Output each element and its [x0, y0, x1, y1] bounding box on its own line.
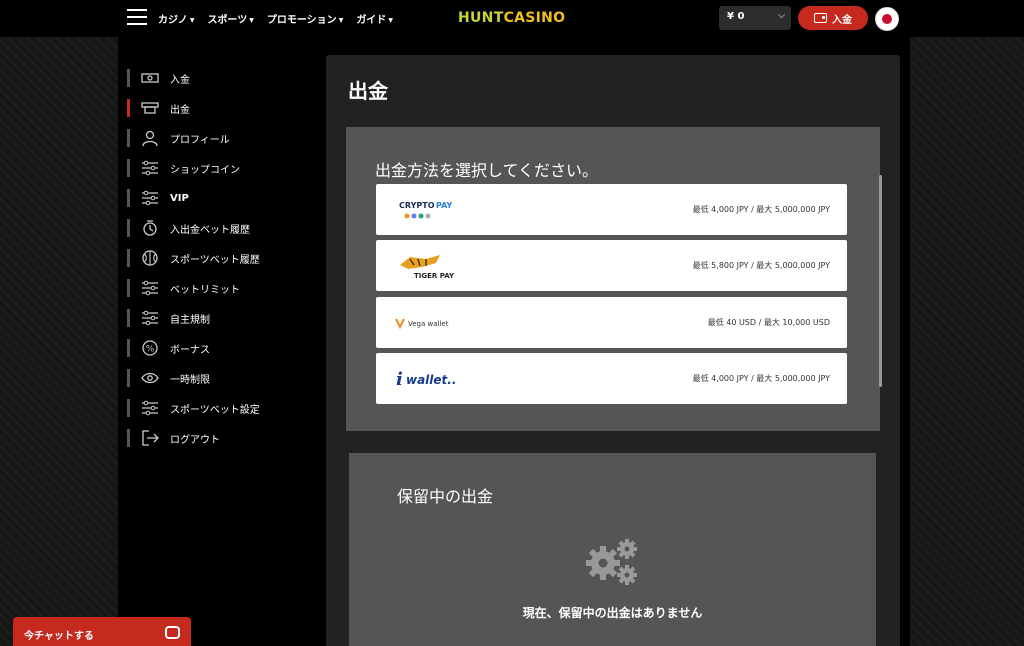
- sidebar-item-shop-coin[interactable]: ショップコイン: [127, 153, 317, 183]
- sidebar-item-logout[interactable]: ログアウト: [127, 423, 317, 453]
- nav-casino[interactable]: カジノ ▼: [158, 11, 194, 26]
- chat-button[interactable]: 今チャットする: [13, 617, 191, 646]
- vega-wallet-logo: Vega wallet: [394, 297, 454, 348]
- sidebar-item-profile[interactable]: プロフィール: [127, 123, 317, 153]
- pending-empty-message: 現在、保留中の出金はありません: [522, 606, 703, 620]
- chevron-down-icon: ▼: [338, 16, 344, 24]
- sidebar-item-label: ショップコイン: [170, 164, 240, 176]
- nav-sports[interactable]: スポーツ ▼: [207, 11, 253, 26]
- method-row-iwallet[interactable]: i wallet.. 最低 4,000 JPY / 最大 5,000,000 J…: [376, 353, 847, 404]
- sidebar-item-label: VIP: [170, 192, 189, 204]
- sidebar-item-sports-settings[interactable]: スポーツベット設定: [127, 393, 317, 423]
- sidebar-item-bet-limit[interactable]: ベットリミット: [127, 273, 317, 303]
- pending-title: 保留中の出金: [397, 487, 494, 506]
- logo-hunt: HUNT: [458, 10, 504, 26]
- background-left: [0, 37, 118, 646]
- sliders-icon: [140, 160, 160, 176]
- svg-text:CRYPTO: CRYPTO: [399, 201, 435, 210]
- cryptopay-logo: CRYPTO PAY: [396, 184, 456, 235]
- sidebar-item-label: ログアウト: [170, 434, 220, 446]
- menu-icon[interactable]: [127, 9, 147, 27]
- wallet-icon: [814, 13, 827, 23]
- svg-text:PAY: PAY: [436, 201, 453, 210]
- balance-value: ¥ 0: [727, 11, 745, 22]
- method-row-vega-wallet[interactable]: Vega wallet 最低 40 USD / 最大 10,000 USD: [376, 297, 847, 348]
- ball-icon: [140, 250, 160, 266]
- sidebar-item-sports-history[interactable]: スポーツベット履歴: [127, 243, 317, 273]
- chat-bubble-icon: [165, 626, 180, 639]
- sidebar-item-label: スポーツベット履歴: [170, 254, 260, 266]
- method-limit: 最低 4,000 JPY / 最大 5,000,000 JPY: [692, 374, 830, 383]
- sidebar-item-label: 入金: [170, 74, 190, 86]
- sidebar-item-label: ベットリミット: [170, 284, 240, 296]
- percent-icon: %: [140, 340, 160, 356]
- sidebar-item-label: ボーナス: [170, 344, 210, 356]
- sidebar-item-label: 入出金ベット履歴: [170, 224, 250, 236]
- nav-casino-label: カジノ: [158, 15, 188, 26]
- sidebar-item-label: プロフィール: [170, 134, 230, 146]
- site-logo[interactable]: HUNTCASINO: [458, 10, 565, 26]
- balance-dropdown[interactable]: ¥ 0 ⌵: [719, 6, 791, 30]
- tigerpay-logo: TIGER PAY: [396, 240, 456, 291]
- method-limit: 最低 4,000 JPY / 最大 5,000,000 JPY: [692, 205, 830, 214]
- method-heading: 出金方法を選択してください。: [375, 161, 599, 180]
- sidebar-item-label: 出金: [170, 104, 190, 116]
- sliders-icon: [140, 280, 160, 296]
- logout-icon: [140, 430, 160, 446]
- top-header: カジノ ▼ スポーツ ▼ プロモーション ▼ ガイド ▼ HUNTCASINO ¥ 0 …: [0, 0, 1024, 37]
- chat-label: 今チャットする: [24, 631, 94, 642]
- svg-text:Vega wallet: Vega wallet: [408, 320, 449, 328]
- sidebar-item-vip[interactable]: VIP: [127, 183, 317, 213]
- chevron-down-icon: ⌵: [778, 11, 785, 21]
- nav-sports-label: スポーツ: [207, 15, 248, 26]
- account-sidebar: 入金 出金 プロフィール ショップコイン VIP 入出金ベット履歴 スポーツベッ…: [127, 63, 317, 453]
- nav-guide-label: ガイド: [356, 15, 387, 26]
- sliders-icon: [140, 190, 160, 206]
- sidebar-item-self-exclusion[interactable]: 自主規制: [127, 303, 317, 333]
- sidebar-item-label: 自主規制: [170, 314, 210, 326]
- svg-text:i: i: [396, 369, 403, 390]
- method-limit: 最低 5,800 JPY / 最大 5,000,000 JPY: [692, 261, 830, 270]
- cash-out-icon: [140, 100, 160, 116]
- history-icon: [140, 220, 160, 236]
- gears-icon: [585, 537, 641, 591]
- method-limit: 最低 40 USD / 最大 10,000 USD: [707, 318, 830, 327]
- main-nav: カジノ ▼ スポーツ ▼ プロモーション ▼ ガイド ▼: [158, 11, 393, 26]
- iwallet-logo: i wallet..: [396, 353, 456, 404]
- method-row-tigerpay[interactable]: TIGER PAY 最低 5,800 JPY / 最大 5,000,000 JP…: [376, 240, 847, 291]
- eye-icon: [140, 370, 160, 386]
- scrollbar[interactable]: [879, 175, 882, 387]
- deposit-button[interactable]: 入金: [798, 6, 868, 30]
- sidebar-item-withdraw[interactable]: 出金: [127, 93, 317, 123]
- nav-promotion-label: プロモーション: [266, 15, 337, 26]
- deposit-label: 入金: [832, 14, 852, 26]
- pending-withdrawals-card: 保留中の出金 現在、保留中の出金はありません: [349, 453, 876, 646]
- withdraw-method-card: 出金方法を選択してください。 CRYPTO PAY 最低 4,000 JPY /…: [346, 127, 882, 431]
- nav-promotion[interactable]: プロモーション ▼: [267, 11, 343, 26]
- sidebar-item-label: 一時制限: [170, 374, 210, 386]
- nav-guide[interactable]: ガイド ▼: [356, 11, 393, 26]
- language-flag-icon[interactable]: [875, 7, 899, 31]
- page-title: 出金: [348, 79, 388, 103]
- sidebar-item-time-limit[interactable]: 一時制限: [127, 363, 317, 393]
- sidebar-item-label: スポーツベット設定: [170, 404, 260, 416]
- background-right: [910, 37, 1024, 646]
- svg-text:wallet..: wallet..: [406, 373, 456, 387]
- sliders-icon: [140, 400, 160, 416]
- method-row-cryptopay[interactable]: CRYPTO PAY 最低 4,000 JPY / 最大 5,000,000 J…: [376, 184, 847, 235]
- svg-text:TIGER PAY: TIGER PAY: [414, 272, 455, 280]
- chevron-down-icon: ▼: [249, 16, 254, 24]
- chevron-down-icon: ▼: [388, 16, 393, 24]
- logo-casino: CASINO: [503, 10, 566, 26]
- sidebar-item-bonus[interactable]: % ボーナス: [127, 333, 317, 363]
- chevron-down-icon: ▼: [189, 16, 195, 24]
- sliders-icon: [140, 310, 160, 326]
- svg-text:%: %: [146, 345, 155, 355]
- cash-icon: [140, 70, 160, 86]
- sidebar-item-transaction-history[interactable]: 入出金ベット履歴: [127, 213, 317, 243]
- sidebar-item-deposit[interactable]: 入金: [127, 63, 317, 93]
- user-icon: [140, 130, 160, 146]
- withdraw-panel: 出金 出金方法を選択してください。 CRYPTO PAY 最低 4,000 JP…: [326, 55, 900, 646]
